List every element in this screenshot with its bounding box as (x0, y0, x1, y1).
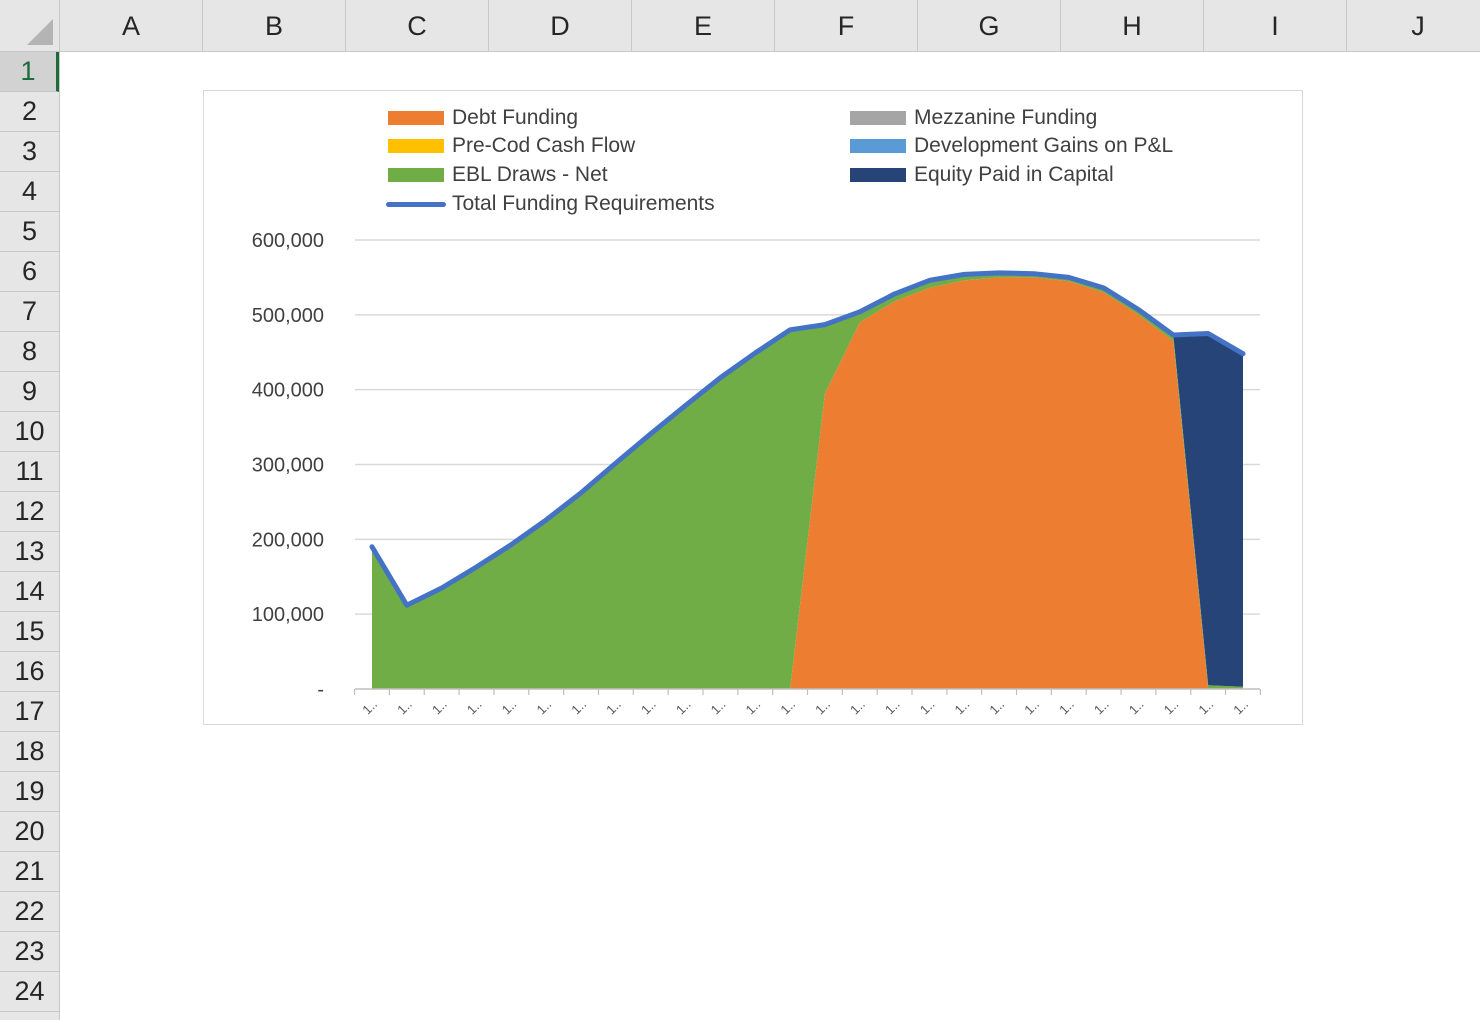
x-tick-label: 1.. (812, 697, 833, 718)
x-tick-label: 1.. (1126, 697, 1147, 718)
legend-label: EBL Draws - Net (452, 163, 608, 186)
x-tick-label: 1.. (394, 697, 415, 718)
x-tick-label: 1.. (603, 697, 624, 718)
x-tick-label: 1.. (1056, 697, 1077, 718)
x-tick-label: 1.. (1161, 697, 1182, 718)
legend-label: Development Gains on P&L (914, 134, 1174, 157)
legend-item-mezzanine-funding[interactable]: Mezzanine Funding (850, 104, 1097, 132)
y-tick-label: 200,000 (252, 529, 324, 551)
x-tick-label: 1.. (1195, 697, 1216, 718)
x-tick-label: 1.. (708, 697, 729, 718)
x-tick-label: 1.. (1230, 697, 1251, 718)
legend-item-total-funding-requirements[interactable]: Total Funding Requirements (386, 190, 715, 218)
legend-item-pre-cod-cash-flow[interactable]: Pre-Cod Cash Flow (388, 132, 635, 160)
y-tick-label: 300,000 (252, 455, 324, 477)
legend-swatch (388, 111, 444, 125)
x-tick-label: 1.. (464, 697, 485, 718)
x-tick-label: 1.. (429, 697, 450, 718)
y-tick-label: 600,000 (252, 230, 324, 252)
legend-swatch (388, 139, 444, 153)
legend-swatch (388, 168, 444, 182)
legend-label: Mezzanine Funding (914, 106, 1098, 129)
x-tick-label: 1.. (1091, 697, 1112, 718)
x-tick-label: 1.. (673, 697, 694, 718)
legend-item-development-gains-on-p-l[interactable]: Development Gains on P&L (850, 132, 1173, 160)
y-tick-label: 500,000 (252, 305, 324, 327)
x-tick-label: 1.. (638, 697, 659, 718)
legend-item-ebl-draws-net[interactable]: EBL Draws - Net (388, 161, 608, 189)
x-tick-label: 1.. (1021, 697, 1042, 718)
x-tick-label: 1.. (359, 697, 380, 718)
x-tick-label: 1.. (882, 697, 903, 718)
legend-swatch (850, 168, 906, 182)
x-tick-label: 1.. (777, 697, 798, 718)
x-tick-label: 1.. (952, 697, 973, 718)
legend-label: Debt Funding (452, 106, 579, 129)
x-tick-label: 1.. (986, 697, 1007, 718)
x-tick-label: 1.. (568, 697, 589, 718)
legend-item-equity-paid-in-capital[interactable]: Equity Paid in Capital (850, 161, 1114, 189)
legend-swatch (850, 111, 906, 125)
x-tick-label: 1.. (847, 697, 868, 718)
legend-swatch (386, 201, 446, 207)
y-tick-label: 100,000 (252, 604, 324, 626)
stacked-area-chart: - 100,000 200,000 300,000 400,000 500,000 600,… (252, 230, 1262, 718)
legend-label: Pre-Cod Cash Flow (452, 134, 636, 157)
legend-label: Total Funding Requirements (452, 192, 715, 215)
y-tick-label: - (317, 679, 324, 701)
legend-item-debt-funding[interactable]: Debt Funding (388, 104, 578, 132)
x-tick-label: 1.. (499, 697, 520, 718)
x-tick-label: 1.. (743, 697, 764, 718)
legend-swatch (850, 139, 906, 153)
x-tick-label: 1.. (917, 697, 938, 718)
x-tick-label: 1.. (533, 697, 554, 718)
legend-label: Equity Paid in Capital (914, 163, 1114, 186)
y-tick-label: 400,000 (252, 380, 324, 402)
